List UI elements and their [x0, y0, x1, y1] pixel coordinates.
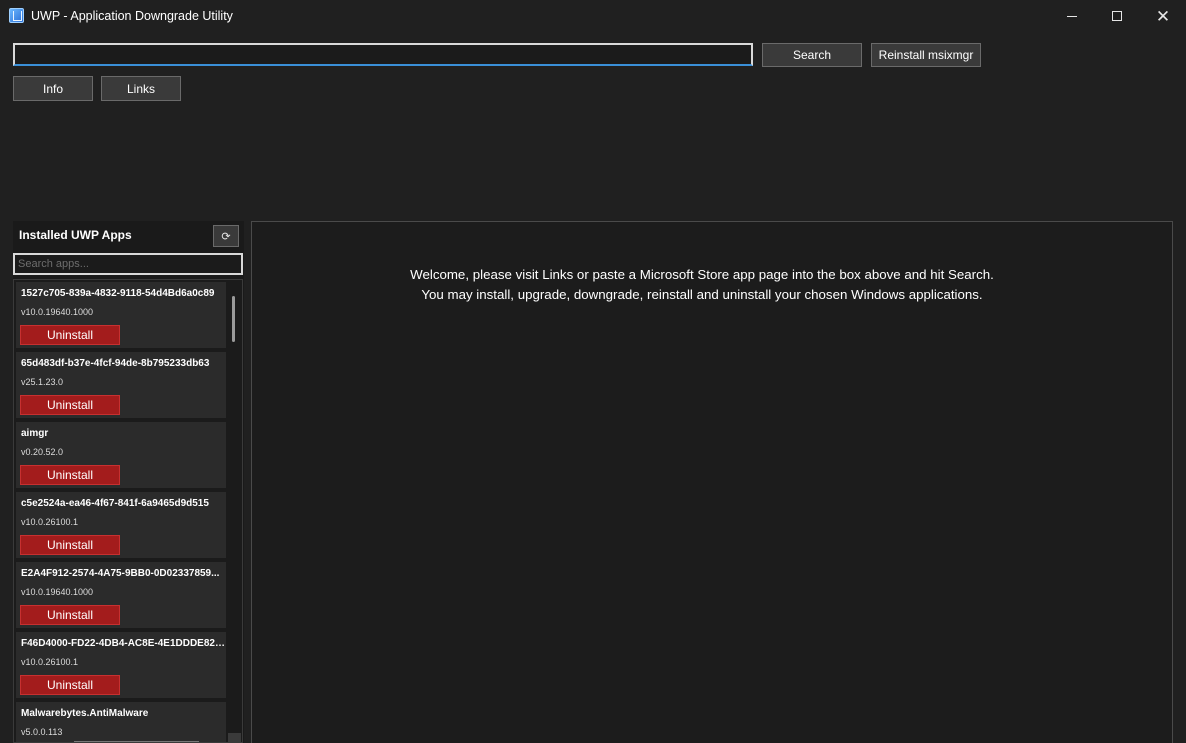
installed-apps-panel: Installed UWP Apps ⟳ 1527c705-839a-4832-… [13, 221, 244, 743]
scroll-down-arrow[interactable] [228, 733, 241, 742]
app-version: v0.20.52.0 [21, 447, 64, 457]
welcome-line-2: You may install, upgrade, downgrade, rei… [421, 287, 983, 302]
close-icon: ✕ [1155, 6, 1171, 26]
minimize-icon [1067, 15, 1077, 17]
minimize-button[interactable] [1049, 0, 1095, 32]
uninstall-button[interactable]: Uninstall [20, 395, 120, 415]
refresh-icon: ⟳ [221, 230, 231, 243]
app-version: v10.0.26100.1 [21, 657, 79, 667]
list-item: aimgr v0.20.52.0 Uninstall [16, 422, 226, 488]
main-content-panel: Welcome, please visit Links or paste a M… [251, 221, 1173, 743]
maximize-button[interactable] [1094, 0, 1140, 32]
uninstall-button[interactable]: Uninstall [20, 675, 120, 695]
app-version: v10.0.19640.1000 [21, 307, 94, 317]
uninstall-button[interactable]: Uninstall [20, 465, 120, 485]
app-name: 65d483df-b37e-4fcf-94de-8b795233db63 [21, 358, 210, 369]
title-bar: UWP - Application Downgrade Utility ✕ [0, 0, 1186, 32]
reinstall-msixmgr-button[interactable]: Reinstall msixmgr [871, 43, 981, 67]
app-name: c5e2524a-ea46-4f67-841f-6a9465d9d515 [21, 498, 209, 509]
app-name: E2A4F912-2574-4A75-9BB0-0D02337859... [21, 568, 220, 579]
links-button[interactable]: Links [101, 76, 181, 101]
store-url-input[interactable] [13, 43, 753, 66]
scrollbar-thumb[interactable] [232, 296, 235, 342]
app-version: v10.0.19640.1000 [21, 587, 94, 597]
uninstall-button[interactable]: Uninstall [20, 605, 120, 625]
list-item: E2A4F912-2574-4A75-9BB0-0D02337859... v1… [16, 562, 226, 628]
app-version: v25.1.23.0 [21, 377, 64, 387]
app-version: v5.0.0.113 [21, 727, 63, 737]
info-button[interactable]: Info [13, 76, 93, 101]
list-item: F46D4000-FD22-4DB4-AC8E-4E1DDDE828... v1… [16, 632, 226, 698]
search-button[interactable]: Search [762, 43, 862, 67]
app-name: 1527c705-839a-4832-9118-54d4Bd6a0c89 [21, 288, 215, 299]
list-item: c5e2524a-ea46-4f67-841f-6a9465d9d515 v10… [16, 492, 226, 558]
close-button[interactable]: ✕ [1140, 0, 1186, 32]
window-title: UWP - Application Downgrade Utility [31, 9, 233, 23]
refresh-button[interactable]: ⟳ [213, 225, 239, 247]
uninstall-button[interactable]: Uninstall [20, 535, 120, 555]
app-name: F46D4000-FD22-4DB4-AC8E-4E1DDDE828... [21, 638, 226, 649]
search-apps-input[interactable] [13, 253, 243, 275]
app-list: 1527c705-839a-4832-9118-54d4Bd6a0c89 v10… [13, 279, 243, 743]
app-name: aimgr [21, 428, 49, 439]
list-item: 1527c705-839a-4832-9118-54d4Bd6a0c89 v10… [16, 282, 226, 348]
welcome-message: Welcome, please visit Links or paste a M… [252, 265, 1152, 305]
app-package-icon [9, 8, 24, 23]
uninstall-button[interactable]: Uninstall [20, 325, 120, 345]
app-name: Malwarebytes.AntiMalware [21, 708, 149, 719]
welcome-line-1: Welcome, please visit Links or paste a M… [410, 267, 994, 282]
app-version: v10.0.26100.1 [21, 517, 79, 527]
list-item: 65d483df-b37e-4fcf-94de-8b795233db63 v25… [16, 352, 226, 418]
maximize-icon [1112, 11, 1122, 21]
list-item: Malwarebytes.AntiMalware v5.0.0.113 [16, 702, 226, 742]
panel-title: Installed UWP Apps [19, 228, 132, 242]
vertical-scrollbar[interactable] [227, 280, 242, 742]
